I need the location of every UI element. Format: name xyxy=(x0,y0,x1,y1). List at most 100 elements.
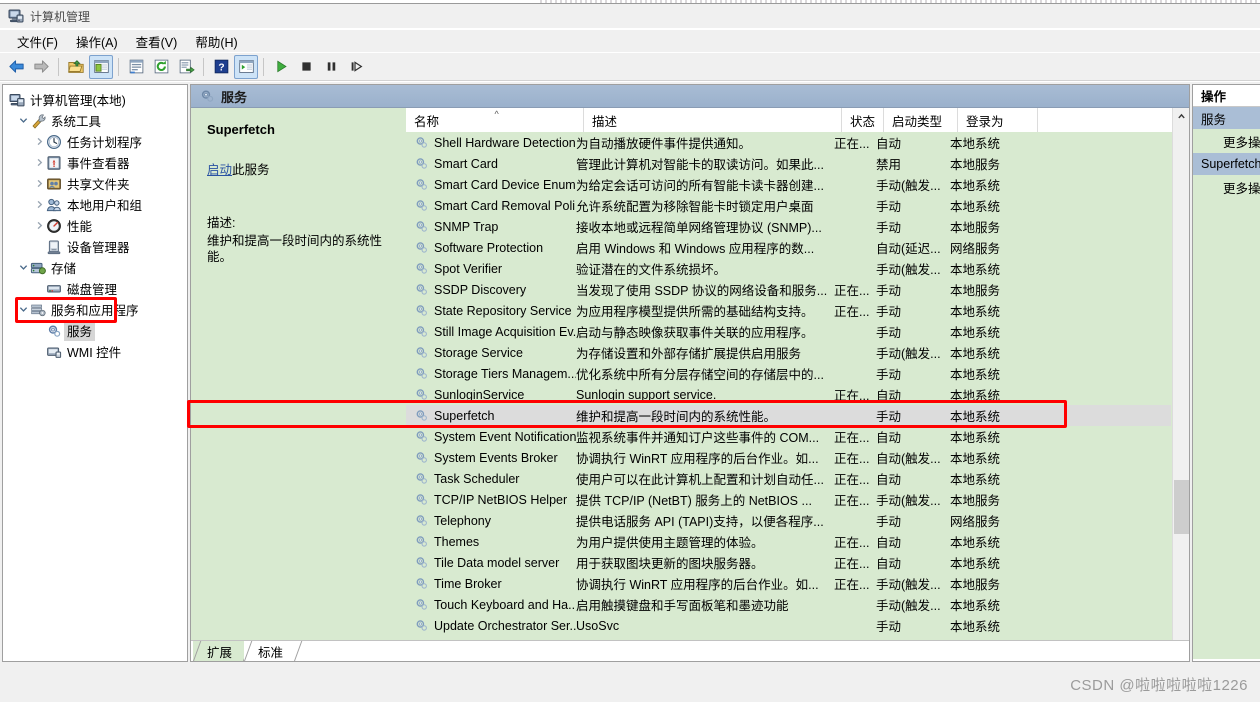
services-list-scrollbar[interactable] xyxy=(1172,108,1189,640)
table-row[interactable]: Software Protection 启用 Windows 和 Windows … xyxy=(406,237,1171,258)
gear-icon xyxy=(414,387,429,402)
table-row[interactable]: System Event Notification... 监视系统事件并通知订户这… xyxy=(406,426,1171,447)
cell-description: UsoSvc xyxy=(576,618,620,633)
tree-computer-management-local[interactable]: 计算机管理(本地) xyxy=(3,89,187,110)
actions-more-superfetch[interactable]: 更多操作 xyxy=(1193,175,1260,199)
menu-file[interactable]: 文件(F) xyxy=(8,30,67,53)
table-row[interactable]: TCP/IP NetBIOS Helper 提供 TCP/IP (NetBT) 服… xyxy=(406,489,1171,510)
column-startup-type[interactable]: 启动类型 xyxy=(884,108,958,132)
cell-log-on-as: 本地服务 xyxy=(950,494,1001,508)
table-row[interactable]: Task Scheduler 使用户可以在此计算机上配置和计划自动任... 正在..… xyxy=(406,468,1171,489)
title-bar: 计算机管理 xyxy=(0,4,1260,28)
computer-management-window: 计算机管理 文件(F) 操作(A) 查看(V) 帮助(H) ? 计算机管理(本地… xyxy=(0,0,1260,702)
console-tree-pane[interactable]: 计算机管理(本地) 系统工具 任务计划程序 事件查看器 共享文件夹 本地用户和组… xyxy=(2,84,188,662)
cell-log-on-as: 本地系统 xyxy=(950,452,1001,466)
cell-status: 正在... xyxy=(834,284,870,298)
table-row[interactable]: Spot Verifier 验证潜在的文件系统损坏。 手动(触发... 本地系统 xyxy=(406,258,1171,279)
column-status[interactable]: 状态 xyxy=(842,108,884,132)
column-name[interactable]: 名称 ^ xyxy=(406,108,584,132)
actions-more-services[interactable]: 更多操作 xyxy=(1193,129,1260,153)
table-row[interactable]: Telephony 提供电话服务 API (TAPI)支持，以便各程序... 手动 网… xyxy=(406,510,1171,531)
column-description[interactable]: 描述 xyxy=(584,108,842,132)
cell-log-on-as: 本地系统 xyxy=(950,620,1001,634)
export-list-icon[interactable] xyxy=(174,55,198,79)
table-row[interactable]: Storage Tiers Managem... 优化系统中所有分层存储空间的存储… xyxy=(406,363,1171,384)
table-row[interactable]: Still Image Acquisition Ev... 启动与静态映像获取事件… xyxy=(406,321,1171,342)
properties-icon[interactable] xyxy=(124,55,148,79)
cell-status: 正在... xyxy=(834,305,870,319)
scrollbar-thumb[interactable] xyxy=(1174,480,1189,534)
menu-view[interactable]: 查看(V) xyxy=(127,30,187,53)
table-row[interactable]: Smart Card Removal Poli... 允许系统配置为移除智能卡时锁… xyxy=(406,195,1171,216)
table-row[interactable]: SunloginService Sunlogin support service.… xyxy=(406,384,1171,405)
cell-log-on-as: 本地系统 xyxy=(950,599,1001,613)
pause-service-icon[interactable] xyxy=(319,55,343,79)
tree-device-manager[interactable]: 设备管理器 xyxy=(3,236,187,257)
restart-service-icon[interactable] xyxy=(344,55,368,79)
tree-disk-management[interactable]: 磁盘管理 xyxy=(3,278,187,299)
stop-service-icon[interactable] xyxy=(294,55,318,79)
start-service-link[interactable]: 启动 xyxy=(207,163,232,177)
column-log-on-as[interactable]: 登录为 xyxy=(958,108,1038,132)
show-action-pane-icon[interactable] xyxy=(234,54,258,79)
table-row[interactable]: Update Orchestrator Ser... UsoSvc 手动 本地系统 xyxy=(406,615,1171,636)
table-row[interactable]: Tile Data model server 用于获取图块更新的图块服务器。 正在.… xyxy=(406,552,1171,573)
table-row[interactable]: Storage Service 为存储设置和外部存储扩展提供启用服务 手动(触发..… xyxy=(406,342,1171,363)
chevron-down-icon[interactable] xyxy=(17,299,30,320)
chevron-right-icon[interactable] xyxy=(33,215,46,236)
tab-standard[interactable]: 标准 xyxy=(244,641,296,661)
chevron-right-icon[interactable] xyxy=(33,194,46,215)
service-name: Telephony xyxy=(434,513,491,528)
tree-services[interactable]: 服务 xyxy=(3,320,187,341)
cell-startup-type: 手动(触发... xyxy=(876,347,941,361)
tree-event-viewer[interactable]: 事件查看器 xyxy=(3,152,187,173)
tree-services-and-applications[interactable]: 服务和应用程序 xyxy=(3,299,187,320)
table-row[interactable]: Superfetch 维护和提高一段时间内的系统性能。 手动 本地系统 xyxy=(406,405,1171,426)
cell-log-on-as: 本地系统 xyxy=(950,389,1001,403)
cell-startup-type: 手动(触发... xyxy=(876,599,941,613)
table-row[interactable]: SSDP Discovery 当发现了使用 SSDP 协议的网络设备和服务... 正… xyxy=(406,279,1171,300)
cell-description: Sunlogin support service. xyxy=(576,387,717,402)
table-row[interactable]: Time Broker 协调执行 WinRT 应用程序的后台作业。如... 正在..… xyxy=(406,573,1171,594)
cell-description: 为给定会话可访问的所有智能卡读卡器创建... xyxy=(576,179,824,193)
cell-log-on-as: 本地系统 xyxy=(950,410,1001,424)
services-list-header: 名称 ^ 描述 状态 启动类型 登录为 xyxy=(406,108,1189,132)
forward-arrow-icon[interactable] xyxy=(29,55,53,79)
chevron-down-icon[interactable] xyxy=(17,110,30,131)
tab-extended[interactable]: 扩展 xyxy=(193,641,245,661)
cell-description: 启动与静态映像获取事件关联的应用程序。 xyxy=(576,326,814,340)
table-row[interactable]: System Events Broker 协调执行 WinRT 应用程序的后台作业… xyxy=(406,447,1171,468)
services-list[interactable]: 名称 ^ 描述 状态 启动类型 登录为 Shell Hardware Detec… xyxy=(406,108,1189,640)
tree-shared-folders[interactable]: 共享文件夹 xyxy=(3,173,187,194)
help-icon[interactable]: ? xyxy=(209,55,233,79)
tree-task-scheduler[interactable]: 任务计划程序 xyxy=(3,131,187,152)
show-hide-tree-icon[interactable] xyxy=(89,54,113,79)
chevron-right-icon[interactable] xyxy=(33,131,46,152)
tree-performance[interactable]: 性能 xyxy=(3,215,187,236)
menu-help[interactable]: 帮助(H) xyxy=(186,30,246,53)
table-row[interactable]: SNMP Trap 接收本地或远程简单网络管理协议 (SNMP)... 手动 本地服务 xyxy=(406,216,1171,237)
chevron-right-icon[interactable] xyxy=(33,173,46,194)
table-row[interactable]: Themes 为用户提供使用主题管理的体验。 正在... 自动 本地系统 xyxy=(406,531,1171,552)
chevron-down-icon[interactable] xyxy=(17,257,30,278)
scroll-up-button[interactable] xyxy=(1173,108,1189,125)
service-name: Software Protection xyxy=(434,240,544,255)
back-arrow-icon[interactable] xyxy=(4,55,28,79)
cell-status: 正在... xyxy=(834,452,870,466)
menu-action[interactable]: 操作(A) xyxy=(67,30,127,53)
table-row[interactable]: Touch Keyboard and Ha... 启用触摸键盘和手写面板笔和墨迹功… xyxy=(406,594,1171,615)
table-row[interactable]: Smart Card Device Enum... 为给定会话可访问的所有智能卡读… xyxy=(406,174,1171,195)
tree-storage[interactable]: 存储 xyxy=(3,257,187,278)
column-filler[interactable] xyxy=(1038,108,1189,132)
tree-system-tools[interactable]: 系统工具 xyxy=(3,110,187,131)
chevron-right-icon[interactable] xyxy=(33,152,46,173)
start-service-icon[interactable] xyxy=(269,55,293,79)
up-folder-icon[interactable] xyxy=(64,55,88,79)
refresh-icon[interactable] xyxy=(149,55,173,79)
table-row[interactable]: Smart Card 管理此计算机对智能卡的取读访问。如果此... 禁用 本地服务 xyxy=(406,153,1171,174)
table-row[interactable]: Shell Hardware Detection 为自动播放硬件事件提供通知。 正在… xyxy=(406,132,1171,153)
tree-label: 存储 xyxy=(51,262,77,276)
tree-wmi-control[interactable]: WMI 控件 xyxy=(3,341,187,362)
tree-local-users-groups[interactable]: 本地用户和组 xyxy=(3,194,187,215)
table-row[interactable]: State Repository Service 为应用程序模型提供所需的基础结构… xyxy=(406,300,1171,321)
